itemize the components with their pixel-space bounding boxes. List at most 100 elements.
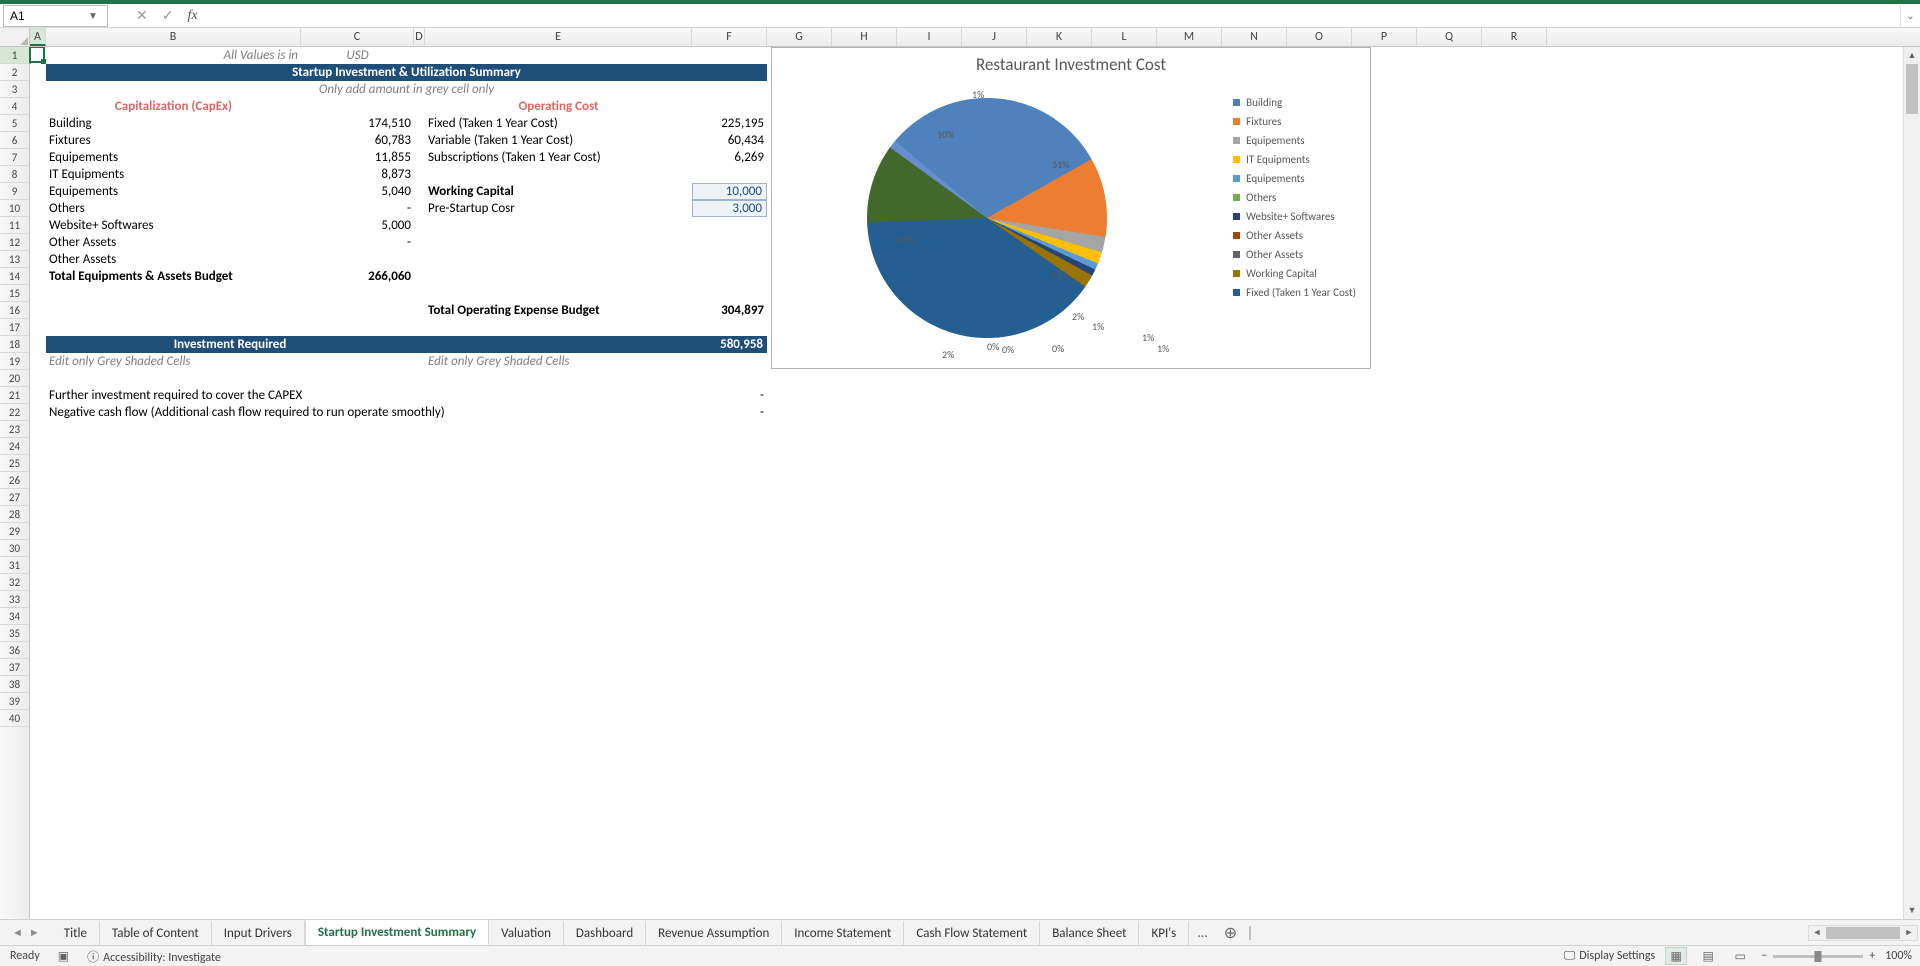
capex-item-value[interactable] [301,251,414,268]
row-header-9[interactable]: 9 [0,183,29,200]
grey-cell-note[interactable]: Only add amount in grey cell only [46,81,767,98]
view-page-layout-button[interactable]: ▤ [1697,947,1719,965]
capex-item-label[interactable]: Equipements [46,183,301,200]
sheet-tab[interactable]: Revenue Assumption [646,921,782,945]
fx-icon[interactable]: fx [187,8,197,24]
zoom-level[interactable]: 100% [1885,949,1912,963]
row-header-5[interactable]: 5 [0,115,29,132]
column-header-N[interactable]: N [1222,28,1287,46]
macro-record-icon[interactable]: ▣ [58,949,69,964]
row-header-28[interactable]: 28 [0,506,29,523]
capex-item-value[interactable]: 60,783 [301,132,414,149]
pie-chart[interactable]: Restaurant Investment Cost1%31%11%2%1%1%… [771,47,1371,369]
select-all-corner[interactable] [0,28,30,46]
row-header-34[interactable]: 34 [0,608,29,625]
select-all-triangle-icon[interactable] [0,28,30,47]
edit-note-left[interactable]: Edit only Grey Shaded Cells [46,353,301,370]
column-header-K[interactable]: K [1027,28,1092,46]
tab-nav-prev[interactable]: ◄ [12,926,23,939]
sheet-tab[interactable]: Cash Flow Statement [904,921,1040,945]
column-header-R[interactable]: R [1482,28,1547,46]
negative-cashflow-value[interactable]: - [692,404,767,421]
column-header-O[interactable]: O [1287,28,1352,46]
row-header-19[interactable]: 19 [0,353,29,370]
capex-item-value[interactable]: - [301,200,414,217]
working-capital-input[interactable]: 10,000 [692,183,767,200]
row-header-32[interactable]: 32 [0,574,29,591]
sheet-tab[interactable]: Title [52,921,100,945]
scroll-down-button[interactable]: ▼ [1904,902,1920,919]
name-box[interactable]: ▼ [3,5,108,27]
scroll-up-button[interactable]: ▲ [1904,47,1920,64]
vscroll-thumb[interactable] [1906,64,1918,114]
prestartup-input[interactable]: 3,000 [692,200,767,217]
row-header-31[interactable]: 31 [0,557,29,574]
row-header-23[interactable]: 23 [0,421,29,438]
sheet-tab[interactable]: Table of Content [100,921,212,945]
scroll-right-button[interactable]: ► [1901,927,1917,938]
hscroll-thumb[interactable] [1826,927,1900,939]
row-header-11[interactable]: 11 [0,217,29,234]
row-header-8[interactable]: 8 [0,166,29,183]
edit-note-right[interactable]: Edit only Grey Shaded Cells [425,353,692,370]
row-header-33[interactable]: 33 [0,591,29,608]
column-header-Q[interactable]: Q [1417,28,1482,46]
op-item-label[interactable]: Fixed (Taken 1 Year Cost) [425,115,692,132]
sheet-tab[interactable]: Input Drivers [212,921,305,945]
row-header-37[interactable]: 37 [0,659,29,676]
capex-total-label[interactable]: Total Equipments & Assets Budget [46,268,301,285]
column-header-L[interactable]: L [1092,28,1157,46]
formula-bar-expand[interactable]: ⌄ [1900,5,1920,27]
row-header-22[interactable]: 22 [0,404,29,421]
column-header-B[interactable]: B [46,28,301,46]
sheet-tab[interactable]: Income Statement [782,921,904,945]
scroll-left-button[interactable]: ◄ [1809,927,1825,938]
row-header-25[interactable]: 25 [0,455,29,472]
tab-more[interactable]: ... [1189,924,1216,941]
negative-cashflow-label[interactable]: Negative cash flow (Additional cash flow… [46,404,646,421]
display-settings[interactable]: 🖵Display Settings [1564,949,1655,963]
sheet-tab[interactable]: Valuation [489,921,564,945]
capex-item-value[interactable]: 5,000 [301,217,414,234]
sheet-tab[interactable]: Dashboard [564,921,646,945]
capex-item-label[interactable]: Equipements [46,149,301,166]
op-item-value[interactable]: 60,434 [692,132,767,149]
op-item-label[interactable]: Subscriptions (Taken 1 Year Cost) [425,149,692,166]
name-box-input[interactable] [4,9,84,23]
row-header-16[interactable]: 16 [0,302,29,319]
further-investment-label[interactable]: Further investment required to cover the… [46,387,546,404]
row-header-17[interactable]: 17 [0,319,29,336]
row-header-7[interactable]: 7 [0,149,29,166]
zoom-thumb[interactable] [1815,951,1822,962]
row-header-4[interactable]: 4 [0,98,29,115]
column-header-C[interactable]: C [301,28,414,46]
capex-item-label[interactable]: Other Assets [46,234,301,251]
name-box-dropdown[interactable]: ▼ [84,9,102,22]
formula-input[interactable] [206,5,1900,27]
zoom-track[interactable] [1773,955,1863,958]
zoom-in-button[interactable]: + [1869,949,1875,963]
row-header-15[interactable]: 15 [0,285,29,302]
column-header-J[interactable]: J [962,28,1027,46]
capex-item-label[interactable]: Fixtures [46,132,301,149]
prestartup-label[interactable]: Pre-Startup Cosr [425,200,692,217]
further-investment-value[interactable]: - [692,387,767,404]
new-sheet-button[interactable]: ⊕ [1216,923,1245,943]
row-header-24[interactable]: 24 [0,438,29,455]
capex-item-label[interactable]: Building [46,115,301,132]
capex-item-label[interactable]: Others [46,200,301,217]
column-header-I[interactable]: I [897,28,962,46]
row-header-2[interactable]: 2 [0,64,29,81]
row-header-20[interactable]: 20 [0,370,29,387]
column-header-P[interactable]: P [1352,28,1417,46]
cell-area[interactable]: All Values is inUSDStartup Investment & … [30,47,1920,919]
column-header-F[interactable]: F [692,28,767,46]
sheet-tab[interactable]: Startup Investment Summary [305,919,489,946]
row-header-40[interactable]: 40 [0,710,29,727]
column-header-H[interactable]: H [832,28,897,46]
column-header-M[interactable]: M [1157,28,1222,46]
vertical-scrollbar[interactable]: ▲ ▼ [1903,47,1920,919]
horizontal-scrollbar[interactable]: ◄ ► [1259,925,1918,941]
sheet-tab[interactable]: Balance Sheet [1040,921,1139,945]
row-header-14[interactable]: 14 [0,268,29,285]
